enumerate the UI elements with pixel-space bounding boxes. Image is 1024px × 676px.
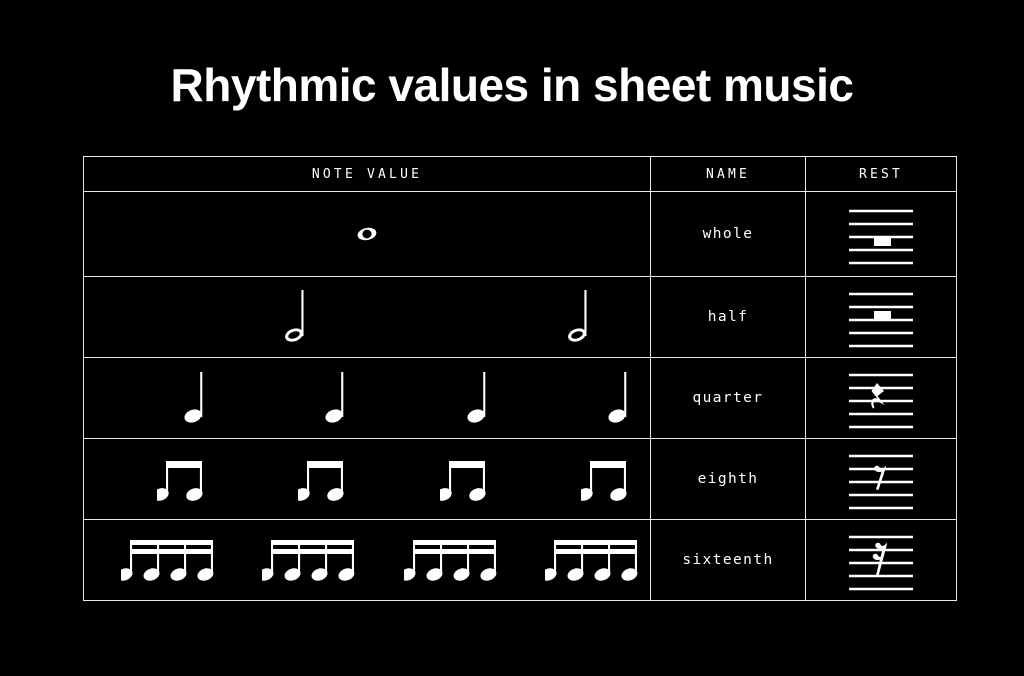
- note-cell-whole: [83, 191, 651, 277]
- note-cell-eighth: [83, 438, 651, 520]
- name-cell-eighth: eighth: [650, 438, 806, 520]
- half-rest-icon: [849, 292, 913, 348]
- eighth-note-group-icon: [439, 461, 486, 501]
- whole-rest-icon: [849, 209, 913, 265]
- sixteenth-note-group-icon: [545, 540, 638, 581]
- table-row-sixteenth: sixteenth: [83, 519, 957, 601]
- table-header-row: NOTE VALUE NAME REST: [83, 156, 957, 192]
- table-row-whole: whole: [83, 191, 957, 277]
- note-cell-quarter: [83, 357, 651, 439]
- name-cell-half: half: [650, 276, 806, 358]
- column-header-rest: REST: [805, 156, 957, 192]
- eighth-note-group-icon: [581, 461, 627, 501]
- eighth-note-group-icon: [156, 461, 203, 501]
- note-cell-half: [83, 276, 651, 358]
- name-cell-quarter: quarter: [650, 357, 806, 439]
- half-note-icon: [284, 290, 303, 342]
- quarter-note-icon: [608, 372, 627, 423]
- sixteenth-note-group-icon: [262, 540, 355, 581]
- rest-cell-whole: [805, 191, 957, 277]
- quarter-note-icon: [184, 372, 203, 423]
- table-row-eighth: eighth: [83, 438, 957, 520]
- table-row-half: half: [83, 276, 957, 358]
- quarter-rest-icon: [849, 373, 913, 429]
- eighth-rest-icon: [849, 454, 913, 510]
- note-cell-sixteenth: [83, 519, 651, 601]
- column-header-name: NAME: [650, 156, 806, 192]
- rest-cell-sixteenth: [805, 519, 957, 601]
- rest-cell-eighth: [805, 438, 957, 520]
- page-title: Rhythmic values in sheet music: [170, 59, 854, 111]
- whole-note-icon: [357, 227, 377, 241]
- rhythmic-values-table: NOTE VALUE NAME REST whole half quarter …: [83, 156, 957, 601]
- sixteenth-note-group-icon: [120, 540, 214, 581]
- table-row-quarter: quarter: [83, 357, 957, 439]
- half-note-icon: [567, 290, 586, 342]
- sixteenth-rest-icon: [849, 535, 913, 591]
- quarter-note-icon: [467, 372, 486, 423]
- name-cell-whole: whole: [650, 191, 806, 277]
- column-header-note-value: NOTE VALUE: [83, 156, 651, 192]
- quarter-note-icon: [325, 372, 344, 423]
- sixteenth-note-group-icon: [403, 540, 497, 581]
- rest-cell-half: [805, 276, 957, 358]
- eighth-note-group-icon: [298, 461, 344, 501]
- name-cell-sixteenth: sixteenth: [650, 519, 806, 601]
- rest-cell-quarter: [805, 357, 957, 439]
